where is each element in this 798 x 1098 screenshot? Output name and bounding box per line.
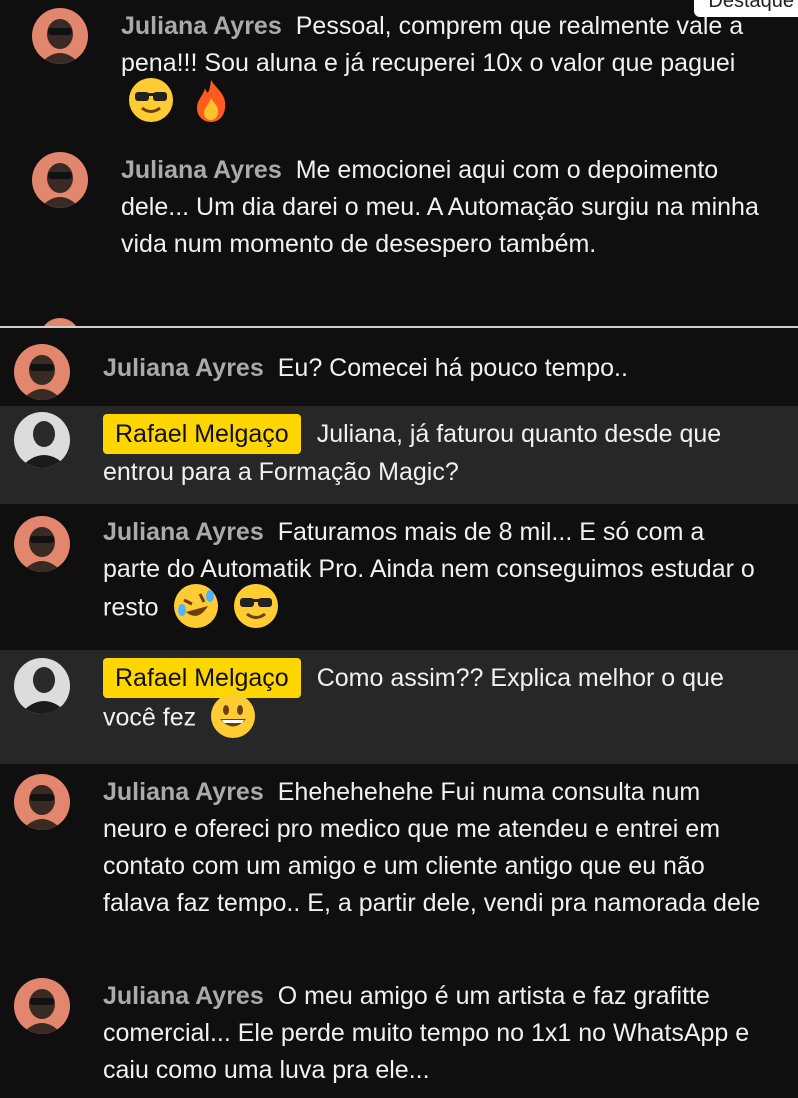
chat-message: Juliana Ayres Faturamos mais de 8 mil... … <box>0 504 798 650</box>
author-name[interactable]: Juliana Ayres <box>121 12 282 40</box>
message-body: Juliana Ayres Pessoal, comprem que realme… <box>121 8 768 124</box>
avatar[interactable] <box>14 412 70 468</box>
author-name[interactable]: Juliana Ayres <box>103 982 264 1010</box>
smiling-face-with-sunglasses-icon <box>232 582 280 630</box>
avatar <box>40 318 80 326</box>
chat-panel-bottom: Juliana Ayres Eu? Comecei há pouco tempo.… <box>0 328 798 1098</box>
moderator-author-chip[interactable]: Rafael Melgaço <box>103 658 301 698</box>
avatar[interactable] <box>14 658 70 714</box>
message-body: Juliana Ayres Me emocionei aqui com o dep… <box>121 152 768 263</box>
smiling-face-with-sunglasses-icon <box>127 76 175 124</box>
message-body: Rafael Melgaço Juliana, já faturou quanto… <box>103 414 768 491</box>
message-text: Eu? Comecei há pouco tempo.. <box>277 354 628 382</box>
avatar[interactable] <box>14 774 70 830</box>
avatar[interactable] <box>32 152 88 208</box>
author-name[interactable]: Juliana Ayres <box>103 778 264 806</box>
message-body: Juliana Ayres Faturamos mais de 8 mil... … <box>103 514 768 630</box>
avatar[interactable] <box>32 8 88 64</box>
message-body: Rafael Melgaço Como assim?? Explica melho… <box>103 658 768 740</box>
author-name[interactable]: Juliana Ayres <box>103 354 264 382</box>
chat-message: Juliana Ayres Me emocionei aqui com o dep… <box>0 150 798 310</box>
chat-message-highlighted: Rafael Melgaço Como assim?? Explica melho… <box>0 650 798 764</box>
avatar[interactable] <box>14 344 70 400</box>
message-body: Juliana Ayres Ehehehehehe Fui numa consul… <box>103 774 768 922</box>
message-body: Juliana Ayres Eu? Comecei há pouco tempo.… <box>103 350 768 387</box>
author-name[interactable]: Juliana Ayres <box>103 518 264 546</box>
chat-message: Juliana Ayres Pessoal, comprem que realme… <box>0 0 798 140</box>
rolling-on-the-floor-laughing-icon <box>172 582 220 630</box>
chat-message: Juliana Ayres O meu amigo é um artista e … <box>0 974 798 1098</box>
fire-icon <box>197 80 226 122</box>
chat-panel-top: Destaque Juliana Ayres Pessoal, comprem q… <box>0 0 798 328</box>
message-body: Juliana Ayres O meu amigo é um artista e … <box>103 978 768 1089</box>
avatar[interactable] <box>14 516 70 572</box>
moderator-author-chip[interactable]: Rafael Melgaço <box>103 414 301 454</box>
chat-message-highlighted: Rafael Melgaço Juliana, já faturou quanto… <box>0 406 798 504</box>
chat-message: Juliana Ayres Ehehehehehe Fui numa consul… <box>0 764 798 964</box>
author-name[interactable]: Juliana Ayres <box>121 156 282 184</box>
grinning-face-icon <box>211 694 256 738</box>
avatar[interactable] <box>14 978 70 1034</box>
chat-message: Juliana Ayres Eu? Comecei há pouco tempo.… <box>0 328 798 406</box>
